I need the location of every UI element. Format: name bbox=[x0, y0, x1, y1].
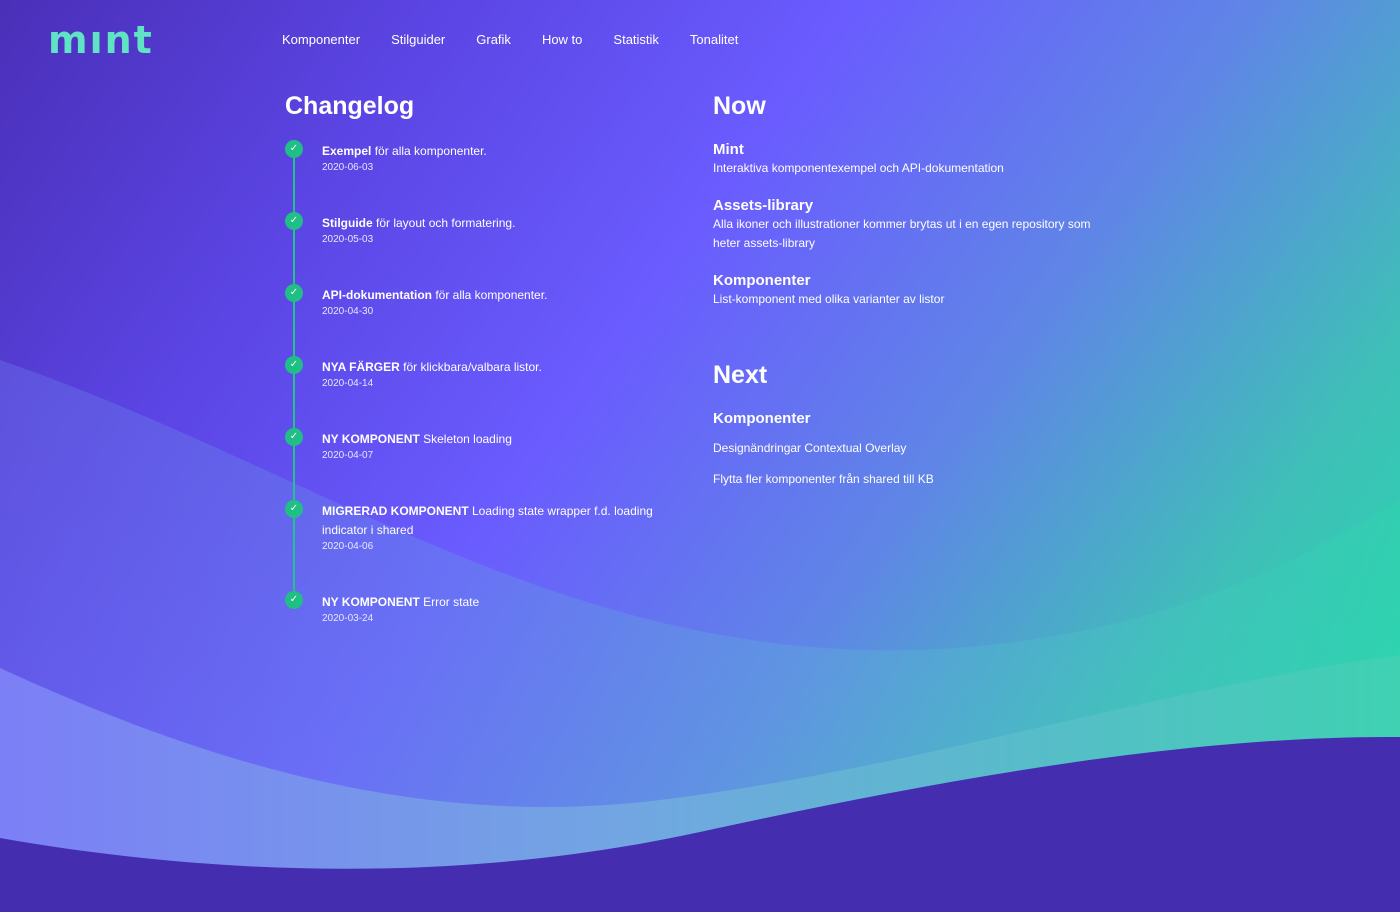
changelog-item-text: API-dokumentation för alla komponenter. bbox=[322, 286, 662, 305]
changelog-item-text: NYA FÄRGER för klickbara/valbara listor. bbox=[322, 358, 662, 377]
check-icon: ✓ bbox=[285, 500, 303, 518]
now-item: Mint Interaktiva komponentexempel och AP… bbox=[713, 141, 1093, 178]
changelog-item-description: för alla komponenter. bbox=[371, 144, 487, 158]
changelog-item-text: NY KOMPONENT Skeleton loading bbox=[322, 430, 662, 449]
changelog-item-date: 2020-04-14 bbox=[322, 378, 374, 389]
now-item: Assets-library Alla ikoner och illustrat… bbox=[713, 197, 1093, 253]
top-navigation: Komponenter Stilguider Grafik How to Sta… bbox=[282, 30, 769, 50]
now-item: Komponenter List-komponent med olika var… bbox=[713, 272, 1093, 309]
now-title: Now bbox=[713, 92, 766, 120]
changelog-title: Changelog bbox=[285, 92, 415, 120]
next-item: Designändringar Contextual Overlay bbox=[713, 441, 907, 455]
now-item-description: Alla ikoner och illustrationer kommer br… bbox=[713, 217, 1091, 250]
check-icon: ✓ bbox=[285, 356, 303, 374]
nav-item-stilguider[interactable]: Stilguider bbox=[391, 30, 445, 50]
check-icon: ✓ bbox=[285, 140, 303, 158]
changelog-item-description: Skeleton loading bbox=[419, 432, 512, 446]
now-item-description: List-komponent med olika varianter av li… bbox=[713, 292, 945, 306]
check-icon: ✓ bbox=[285, 428, 303, 446]
now-item-title: Mint bbox=[713, 141, 744, 158]
changelog-item-date: 2020-04-07 bbox=[322, 450, 374, 461]
changelog-item-date: 2020-05-03 bbox=[322, 234, 374, 245]
changelog-item-tag: MIGRERAD KOMPONENT bbox=[322, 504, 469, 518]
next-item: Flytta fler komponenter från shared till… bbox=[713, 472, 934, 486]
now-item-description: Interaktiva komponentexempel och API-dok… bbox=[713, 161, 1004, 175]
changelog-item-tag: NY KOMPONENT bbox=[322, 595, 420, 609]
nav-item-komponenter[interactable]: Komponenter bbox=[282, 30, 360, 50]
changelog-item-date: 2020-04-06 bbox=[322, 541, 374, 552]
nav-item-grafik[interactable]: Grafik bbox=[476, 30, 511, 50]
changelog-item-date: 2020-03-24 bbox=[322, 613, 374, 624]
now-item-title: Komponenter bbox=[713, 272, 811, 289]
next-subtitle: Komponenter bbox=[713, 410, 811, 427]
changelog-item-text: NY KOMPONENT Error state bbox=[322, 593, 662, 612]
changelog-item-description: för klickbara/valbara listor. bbox=[399, 360, 542, 374]
nav-item-how-to[interactable]: How to bbox=[542, 30, 582, 50]
mint-logo[interactable]: mınt bbox=[48, 20, 154, 60]
nav-item-statistik[interactable]: Statistik bbox=[613, 30, 659, 50]
next-title: Next bbox=[713, 361, 768, 389]
changelog-item-date: 2020-04-30 bbox=[322, 306, 374, 317]
changelog-item-description: för alla komponenter. bbox=[432, 288, 548, 302]
changelog-item-tag: NYA FÄRGER bbox=[322, 360, 400, 374]
changelog-item-text: MIGRERAD KOMPONENT Loading state wrapper… bbox=[322, 502, 662, 540]
changelog-item-text: Stilguide för layout och formatering. bbox=[322, 214, 662, 233]
changelog-item-tag: API-dokumentation bbox=[322, 288, 432, 302]
changelog-item-date: 2020-06-03 bbox=[322, 162, 374, 173]
check-icon: ✓ bbox=[285, 591, 303, 609]
changelog-item-tag: Stilguide bbox=[322, 216, 373, 230]
nav-item-tonalitet[interactable]: Tonalitet bbox=[690, 30, 738, 50]
background-waves bbox=[0, 360, 1400, 912]
check-icon: ✓ bbox=[285, 284, 303, 302]
changelog-item-tag: NY KOMPONENT bbox=[322, 432, 420, 446]
changelog-item-description: Error state bbox=[419, 595, 480, 609]
now-item-title: Assets-library bbox=[713, 197, 814, 214]
check-icon: ✓ bbox=[285, 212, 303, 230]
changelog-item-text: Exempel för alla komponenter. bbox=[322, 142, 662, 161]
changelog-item-description: för layout och formatering. bbox=[372, 216, 516, 230]
changelog-item-tag: Exempel bbox=[322, 144, 372, 158]
